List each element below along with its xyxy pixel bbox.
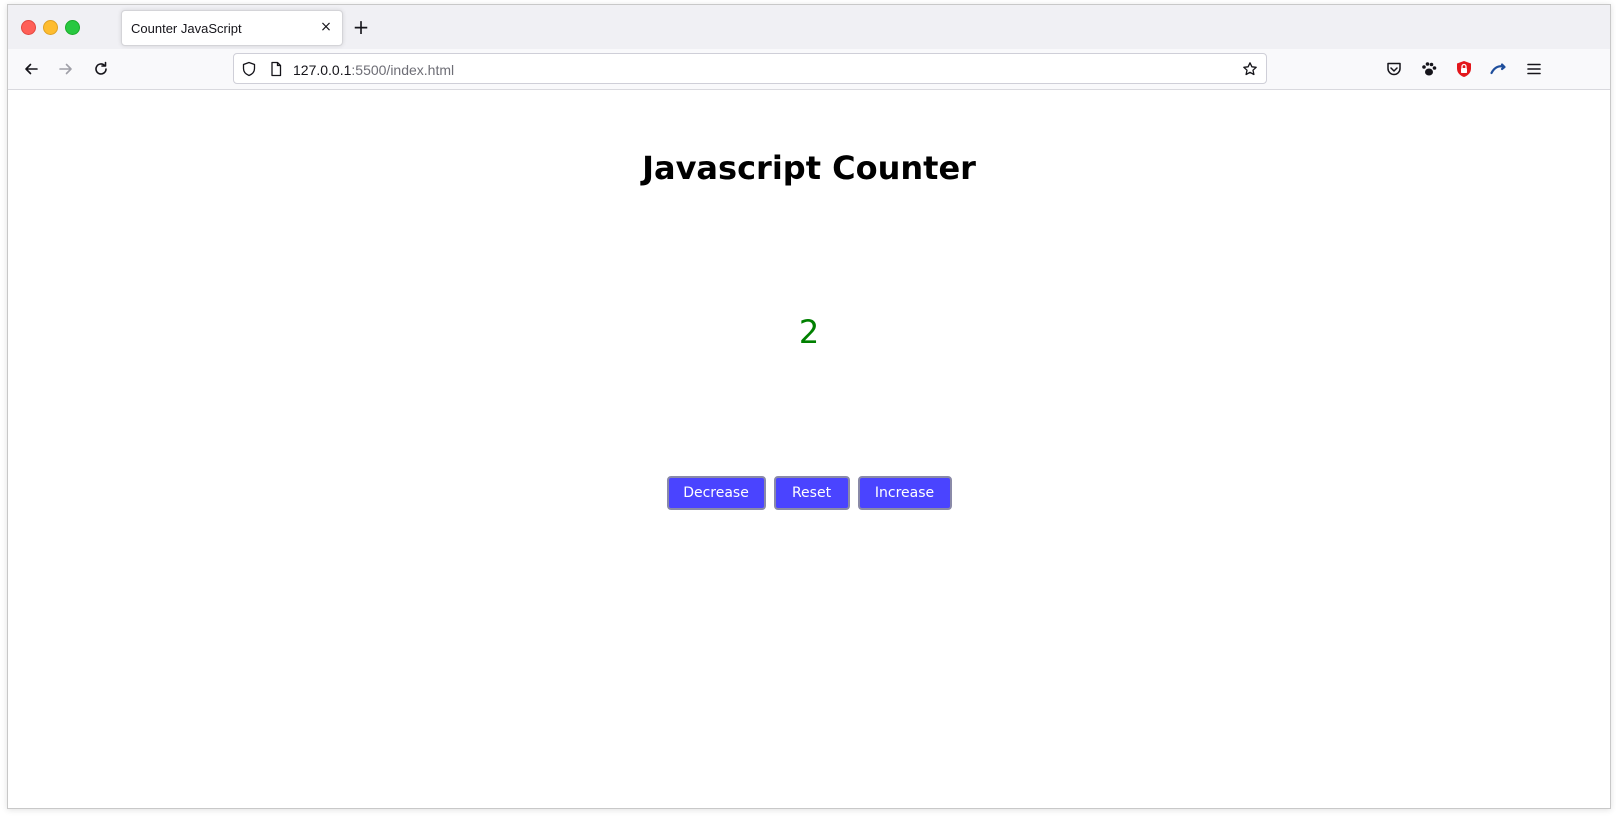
ublock-shield-icon[interactable] [1455,60,1473,78]
page-content: Javascript Counter 2 Decrease Reset Incr… [8,90,1610,808]
extension-paw-icon[interactable] [1420,60,1438,78]
forward-button[interactable] [54,57,78,81]
window-minimize-button[interactable] [43,20,58,35]
page-icon[interactable] [268,61,284,77]
hamburger-menu-icon[interactable] [1525,60,1543,78]
shield-icon[interactable] [241,61,257,77]
bookmark-star-icon[interactable] [1242,61,1258,77]
url-host: 127.0.0.1 [293,62,352,78]
tab-close-icon[interactable]: × [318,19,334,35]
counter-value: 2 [798,313,820,351]
reload-button[interactable] [89,57,113,81]
new-tab-button[interactable]: + [352,17,370,37]
window-close-button[interactable] [21,20,36,35]
extension-wave-icon[interactable] [1490,60,1508,78]
back-arrow-icon [25,63,38,75]
reload-icon [95,61,107,75]
reset-button[interactable]: Reset [773,476,850,510]
tab-strip: Counter JavaScript × + [8,5,1610,49]
browser-window: Counter JavaScript × + 127.0.0.1:5500/in… [7,4,1611,809]
back-button[interactable] [19,57,43,81]
increase-button[interactable]: Increase [857,476,952,510]
nav-bar: 127.0.0.1:5500/index.html [8,49,1610,90]
forward-arrow-icon [59,63,72,75]
page-title: Javascript Counter [642,149,976,187]
url-path: :5500/index.html [351,62,455,78]
window-maximize-button[interactable] [65,20,80,35]
pocket-icon[interactable] [1385,60,1403,78]
button-row: Decrease Reset Increase [8,476,1610,510]
tab-active[interactable]: Counter JavaScript × [121,10,343,46]
url-bar[interactable]: 127.0.0.1:5500/index.html [233,53,1267,84]
url-text[interactable]: 127.0.0.1:5500/index.html [293,62,454,78]
decrease-button[interactable]: Decrease [666,476,766,510]
tab-title: Counter JavaScript [131,21,242,36]
